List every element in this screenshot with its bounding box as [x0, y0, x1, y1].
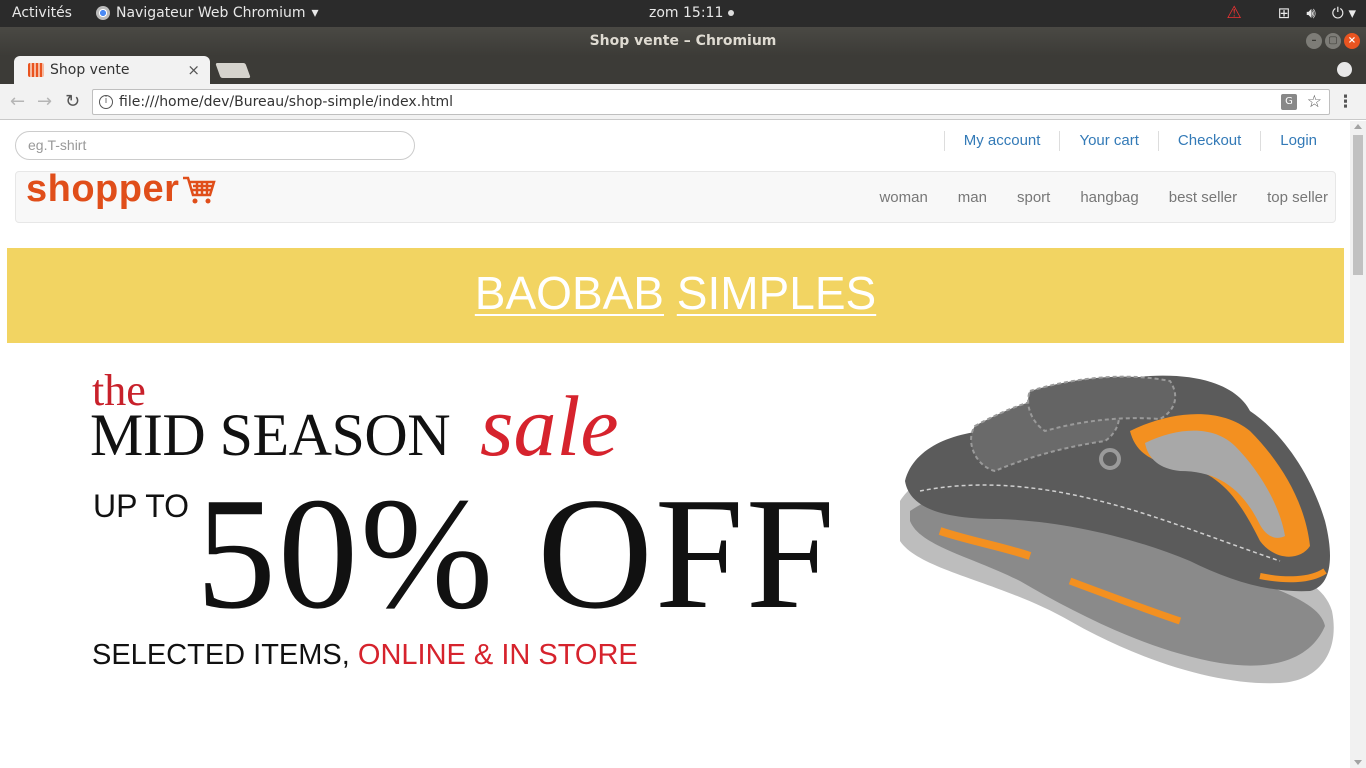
scroll-up-arrow-icon[interactable]: [1354, 124, 1362, 129]
nav-hangbag[interactable]: hangbag: [1080, 189, 1138, 206]
new-tab-button[interactable]: [215, 63, 251, 78]
promo-sale: sale: [480, 378, 619, 474]
clock[interactable]: zom 15:11: [649, 5, 735, 21]
browser-menu-icon[interactable]: ⋮: [1337, 92, 1354, 112]
network-icon[interactable]: ⊞: [1278, 4, 1291, 22]
warning-icon[interactable]: ⚠: [1227, 3, 1242, 23]
promo-selected-items: SELECTED ITEMS, ONLINE & IN STORE: [92, 639, 638, 671]
scrollbar-thumb[interactable]: [1353, 135, 1363, 275]
nav-man[interactable]: man: [958, 189, 987, 206]
maximize-button[interactable]: ▢: [1325, 33, 1341, 49]
window-title: Shop vente – Chromium: [589, 33, 777, 49]
os-top-bar: Activités Navigateur Web Chromium ▾ zom …: [0, 0, 1366, 27]
sandal-product-image: [900, 375, 1334, 684]
nav-sport[interactable]: sport: [1017, 189, 1050, 206]
banner-word-simples[interactable]: SIMPLES: [677, 267, 876, 319]
browser-toolbar: ← → ↻ i file:///home/dev/Bureau/shop-sim…: [0, 84, 1366, 120]
brand-banner: BAOBAB SIMPLES: [7, 248, 1344, 343]
tab-shop-vente[interactable]: Shop vente ×: [14, 56, 210, 84]
shopper-logo[interactable]: shopper: [26, 168, 217, 211]
translate-icon[interactable]: G: [1281, 94, 1297, 110]
search-input[interactable]: eg.T-shirt: [15, 131, 415, 160]
activities-button[interactable]: Activités: [12, 5, 72, 21]
tab-strip: Shop vente ×: [0, 56, 1366, 84]
favicon-icon: [28, 63, 44, 77]
chromium-icon: [96, 6, 110, 20]
app-menu[interactable]: Navigateur Web Chromium ▾: [96, 5, 319, 21]
nav-best-seller[interactable]: best seller: [1169, 189, 1237, 206]
promo-up-to: UP TO: [93, 488, 190, 524]
my-account-link[interactable]: My account: [943, 131, 1060, 151]
back-arrow-icon[interactable]: ←: [10, 91, 25, 112]
login-link[interactable]: Login: [1260, 131, 1336, 151]
info-icon[interactable]: i: [99, 95, 113, 109]
minimize-button[interactable]: –: [1306, 33, 1322, 49]
forward-arrow-icon[interactable]: →: [37, 91, 52, 112]
tab-title: Shop vente: [50, 62, 130, 78]
nav-woman[interactable]: woman: [879, 189, 927, 206]
promo-discount: 50% OFF: [196, 464, 837, 642]
cart-icon: [183, 176, 217, 203]
notification-dot-icon: [728, 10, 735, 16]
your-cart-link[interactable]: Your cart: [1059, 131, 1157, 151]
volume-icon[interactable]: 🔊︎: [1306, 4, 1315, 22]
logo-text: shopper: [26, 168, 180, 210]
scroll-down-arrow-icon[interactable]: [1354, 760, 1362, 765]
promo-online-store: ONLINE & IN STORE: [357, 639, 638, 671]
promo-mid-season: MID SEASON: [90, 402, 451, 468]
system-tray[interactable]: ⚠ ⊞ 🔊︎ ⏻ ▾: [1227, 3, 1356, 23]
promo-selected-text: SELECTED ITEMS,: [92, 639, 350, 671]
reload-icon[interactable]: ↻: [65, 91, 80, 112]
window-controls: – ▢ ×: [1306, 33, 1360, 49]
checkout-link[interactable]: Checkout: [1157, 131, 1260, 151]
power-icon[interactable]: ⏻ ▾: [1332, 4, 1356, 22]
page-scrollbar[interactable]: [1350, 121, 1366, 768]
url-text: file:///home/dev/Bureau/shop-simple/inde…: [119, 94, 454, 110]
banner-word-baobab[interactable]: BAOBAB: [475, 267, 664, 319]
clock-label: zom 15:11: [649, 5, 724, 21]
address-bar[interactable]: i file:///home/dev/Bureau/shop-simple/in…: [92, 89, 1330, 115]
close-tab-icon[interactable]: ×: [187, 61, 200, 79]
nav-top-seller[interactable]: top seller: [1267, 189, 1328, 206]
account-links: My account Your cart Checkout Login: [943, 131, 1336, 151]
profile-icon[interactable]: [1337, 62, 1352, 77]
close-window-button[interactable]: ×: [1344, 33, 1360, 49]
page-viewport: eg.T-shirt My account Your cart Checkout…: [0, 121, 1350, 768]
category-nav: woman man sport hangbag best seller top …: [879, 189, 1335, 206]
bookmark-star-icon[interactable]: ☆: [1307, 90, 1322, 114]
chevron-down-icon: ▾: [311, 5, 319, 21]
promo-banner[interactable]: the MID SEASON sale UP TO 50% OFF SELECT…: [0, 361, 1350, 701]
window-title-bar: Shop vente – Chromium – ▢ ×: [0, 27, 1366, 56]
app-menu-label: Navigateur Web Chromium: [116, 5, 306, 21]
main-navbar: shopper woman man sport hangbag best sel…: [15, 168, 1336, 223]
